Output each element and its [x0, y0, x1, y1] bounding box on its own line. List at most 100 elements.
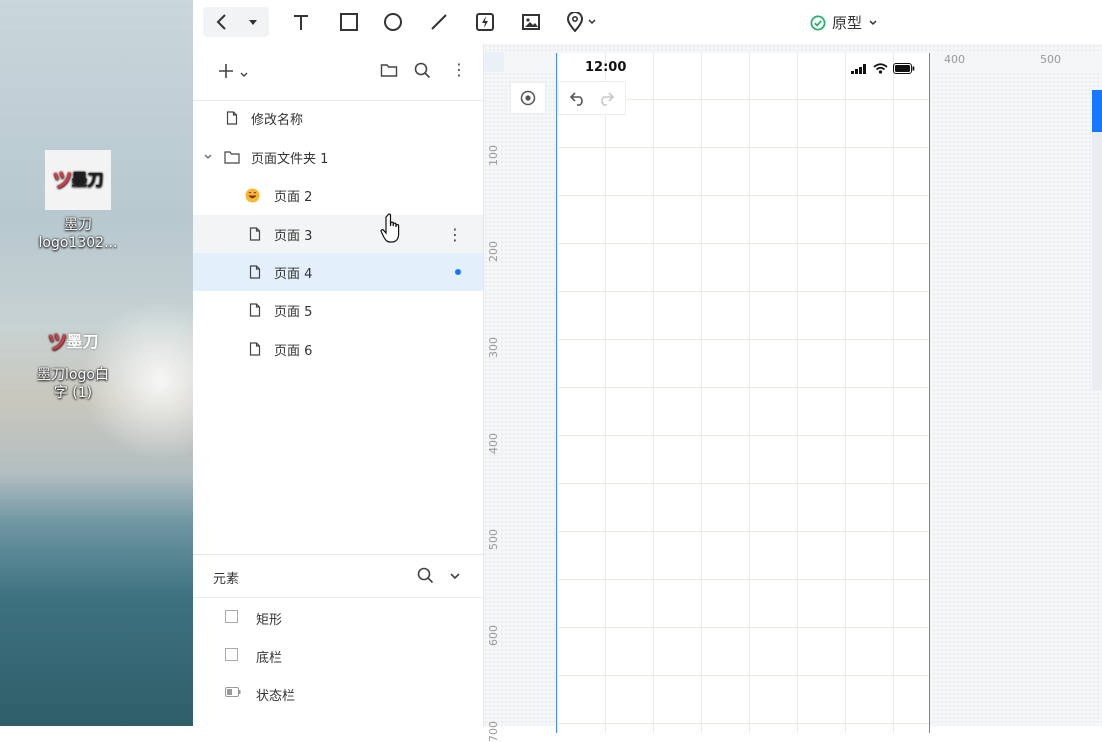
ruler-left: 100 200 300 400 500 600 700: [484, 72, 504, 742]
search-icon[interactable]: [417, 567, 434, 584]
text-tool-button[interactable]: [289, 7, 313, 37]
rectangle-icon: [225, 648, 238, 661]
folder-icon: [224, 151, 240, 164]
desktop-file-modao-logo[interactable]: ツ墨刀 墨刀 logo1302...: [18, 150, 138, 252]
more-vertical-icon: ⋮: [451, 60, 467, 79]
file-name-line2: 字 (1): [53, 385, 93, 401]
mode-label: 原型: [832, 14, 863, 32]
search-pages-button[interactable]: [414, 62, 431, 83]
add-folder-button[interactable]: [380, 62, 398, 82]
page-row-3[interactable]: 页面 3 ⋮: [193, 215, 483, 253]
ruler-tick-label: 400: [944, 53, 965, 66]
logo-mark: ツ: [52, 168, 72, 192]
ruler-tick-label: 200: [487, 241, 500, 262]
page-label: 页面文件夹 1: [251, 151, 329, 167]
elements-title: 元素: [213, 572, 240, 587]
page-row-5[interactable]: 页面 5: [193, 291, 483, 329]
file-name-line2: logo1302...: [38, 235, 118, 251]
plus-icon: [219, 64, 233, 78]
chevron-down-icon: [587, 19, 596, 25]
page-row-2[interactable]: 页面 2: [193, 176, 483, 214]
chevron-down-icon[interactable]: [203, 152, 213, 162]
check-circle-icon: [810, 15, 826, 30]
chevron-down-icon[interactable]: [449, 570, 461, 582]
back-button[interactable]: [203, 7, 269, 37]
wifi-icon: [873, 63, 888, 74]
location-tool-button[interactable]: [561, 7, 601, 37]
ruler-tick-label: 300: [487, 337, 500, 358]
page-icon: [249, 303, 261, 317]
ruler-tick-label: 100: [487, 145, 500, 166]
element-row-bottom-bar[interactable]: 底栏: [193, 636, 483, 674]
page-label: 页面 5: [274, 304, 313, 320]
image-tool-button[interactable]: [519, 7, 543, 37]
emoji-icon: [245, 188, 260, 202]
image-tool-icon: [522, 14, 540, 30]
page-row-rename[interactable]: 修改名称: [193, 99, 483, 137]
hand-cursor-icon: [380, 213, 400, 243]
ellipse-tool-button[interactable]: [381, 7, 405, 37]
current-page-dot: [455, 269, 461, 275]
page-artboard[interactable]: 12:00: [556, 53, 930, 733]
preview-target-button[interactable]: [510, 82, 546, 114]
phone-status-bar[interactable]: 12:00: [557, 59, 929, 77]
rectangle-tool-icon: [340, 13, 358, 31]
battery-icon: [225, 687, 241, 697]
redo-icon[interactable]: [597, 90, 615, 106]
page-icon: [249, 265, 261, 279]
page-row-4[interactable]: 页面 4: [193, 253, 483, 291]
ruler-tick-label: 600: [487, 625, 500, 646]
file-name-line1: 墨刀logo白: [37, 367, 109, 383]
page-icon: [226, 111, 238, 125]
element-row-status-bar[interactable]: 状态栏: [193, 674, 483, 712]
desktop-background: ツ墨刀 墨刀 logo1302... ツ墨刀 墨刀logo白 字 (1): [0, 0, 240, 726]
page-icon: [249, 342, 261, 356]
element-label: 矩形: [256, 613, 283, 628]
more-options-button[interactable]: ⋮: [451, 60, 467, 79]
rectangle-icon: [225, 610, 238, 623]
search-icon: [414, 62, 431, 79]
scrollbar-thumb[interactable]: [1092, 90, 1102, 132]
mode-selector[interactable]: 原型: [810, 12, 878, 33]
history-controls: [558, 81, 626, 115]
page-label: 页面 6: [274, 343, 313, 359]
rectangle-tool-button[interactable]: [337, 7, 361, 37]
add-page-button[interactable]: [217, 62, 249, 84]
folder-icon: [380, 64, 398, 77]
file-name-line1: 墨刀: [64, 217, 92, 233]
page-icon: [249, 227, 261, 241]
page-label: 页面 4: [274, 266, 313, 282]
file-thumbnail: ツ墨刀: [45, 150, 111, 210]
page-row-6[interactable]: 页面 6: [193, 330, 483, 368]
pages-panel-header: ⋮: [193, 44, 483, 101]
desktop-file-modao-logo-white[interactable]: ツ墨刀 墨刀logo白 字 (1): [13, 324, 133, 402]
element-label: 底栏: [256, 651, 283, 666]
line-tool-button[interactable]: [427, 7, 451, 37]
page-label: 修改名称: [251, 112, 304, 128]
status-time: 12:00: [585, 60, 627, 75]
hotspot-tool-button[interactable]: [473, 7, 497, 37]
ruler-tick-label: 700: [487, 721, 500, 742]
page-folder-row[interactable]: 页面文件夹 1: [193, 138, 483, 176]
canvas-scrollbar[interactable]: [1092, 90, 1102, 390]
pages-panel: ⋮ 修改名称 页面文件夹 1 页面 2 页面 3 ⋮ 页面 4 页面 5 页面 …: [193, 44, 484, 726]
hotspot-tool-icon: [476, 13, 494, 31]
caret-down-icon: [249, 20, 257, 25]
target-icon: [520, 90, 536, 106]
ruler-tick-label: 500: [1040, 53, 1061, 66]
undo-icon[interactable]: [569, 90, 587, 106]
ruler-tick-label: 500: [487, 529, 500, 550]
elements-panel: 元素 矩形 底栏 状态栏: [193, 554, 483, 727]
page-label: 页面 3: [274, 228, 313, 244]
element-row-rectangle[interactable]: 矩形: [193, 598, 483, 636]
location-pin-icon: [566, 12, 583, 32]
elements-panel-header: 元素: [193, 555, 483, 598]
logo-text: 墨刀: [71, 170, 104, 189]
text-tool-icon: [294, 15, 308, 30]
ruler-tick-label: 400: [487, 433, 500, 454]
more-vertical-icon[interactable]: ⋮: [447, 225, 463, 244]
design-canvas[interactable]: 0 100 200 300 400 500 100 200 300 400 50…: [484, 44, 1102, 742]
back-icon: [216, 14, 226, 30]
ellipse-tool-icon: [384, 13, 402, 31]
logo-text: 墨刀: [66, 332, 99, 351]
